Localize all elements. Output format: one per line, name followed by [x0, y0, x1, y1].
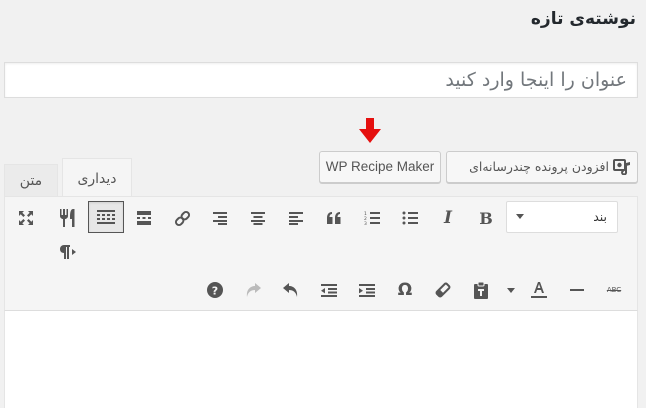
format-select[interactable]: بند: [506, 201, 618, 233]
align-left-icon: [289, 211, 303, 225]
paragraph-direction-icon: [60, 245, 76, 259]
chevron-down-icon: [516, 214, 524, 219]
increase-indent-button[interactable]: [352, 275, 382, 305]
undo-button[interactable]: [276, 275, 306, 305]
toolbar-toggle-button[interactable]: [88, 201, 124, 233]
rtl-direction-button[interactable]: [53, 237, 83, 267]
outdent-icon: [321, 283, 337, 297]
fullscreen-icon: [19, 211, 33, 225]
paste-as-text-button[interactable]: [466, 275, 496, 305]
add-media-label: افزودن پرونده چندرسانه‌ای: [469, 159, 609, 174]
italic-button[interactable]: I: [433, 203, 463, 233]
decrease-indent-button[interactable]: [314, 275, 344, 305]
clipboard-icon: [474, 281, 488, 299]
indent-icon: [359, 283, 375, 297]
align-right-button[interactable]: [205, 203, 235, 233]
omega-icon: Ω: [397, 280, 413, 300]
numbered-list-button[interactable]: 1 2 3: [357, 203, 387, 233]
text-color-icon: [531, 282, 547, 298]
strikethrough-button[interactable]: ABC: [599, 275, 629, 305]
special-character-button[interactable]: Ω: [390, 275, 420, 305]
align-left-button[interactable]: [281, 203, 311, 233]
align-center-button[interactable]: [243, 203, 273, 233]
recipe-button[interactable]: [53, 203, 83, 233]
wp-recipe-maker-button[interactable]: WP Recipe Maker: [319, 151, 441, 183]
bold-button[interactable]: B: [471, 203, 501, 233]
insert-link-button[interactable]: [167, 203, 197, 233]
clear-formatting-button[interactable]: [428, 275, 458, 305]
link-icon: [174, 210, 190, 226]
svg-text:3: 3: [364, 221, 367, 225]
quote-icon: [327, 212, 341, 224]
horizontal-line-button[interactable]: [562, 275, 592, 305]
bold-label: B: [479, 208, 493, 228]
tab-text[interactable]: متن: [4, 164, 58, 198]
keyboard-shortcuts-button[interactable]: ?: [200, 275, 230, 305]
bullet-list-icon: [402, 211, 418, 225]
bullet-list-button[interactable]: [395, 203, 425, 233]
horizontal-line-icon: [570, 289, 584, 291]
read-more-icon: [137, 211, 151, 225]
undo-icon: [283, 283, 298, 297]
eraser-icon: [435, 282, 451, 298]
format-select-value: بند: [593, 209, 607, 224]
fork-knife-icon: [60, 209, 75, 227]
blockquote-button[interactable]: [319, 203, 349, 233]
svg-text:?: ?: [212, 284, 218, 297]
text-color-button[interactable]: [524, 275, 554, 305]
editor-content-area[interactable]: [4, 311, 638, 408]
add-media-button[interactable]: افزودن پرونده چندرسانه‌ای: [446, 151, 638, 183]
italic-label: I: [444, 208, 452, 228]
media-icon: [613, 159, 630, 175]
keyboard-icon: [97, 210, 115, 224]
align-center-icon: [251, 211, 265, 225]
page-title: نوشته‌ی تازه: [530, 9, 636, 29]
align-right-icon: [213, 211, 227, 225]
strikethrough-label: ABC: [606, 286, 622, 294]
distraction-free-button[interactable]: [11, 203, 41, 233]
red-arrow-annotation: [359, 118, 381, 143]
tab-visual[interactable]: دیداری: [62, 158, 132, 198]
read-more-button[interactable]: [129, 203, 159, 233]
redo-button[interactable]: [238, 275, 268, 305]
redo-icon: [246, 283, 261, 297]
numbered-list-icon: 1 2 3: [364, 211, 380, 225]
help-icon: ?: [207, 282, 223, 298]
post-title-input[interactable]: [4, 62, 638, 98]
caret-down-icon: [507, 287, 515, 293]
text-color-dropdown[interactable]: [499, 275, 523, 305]
